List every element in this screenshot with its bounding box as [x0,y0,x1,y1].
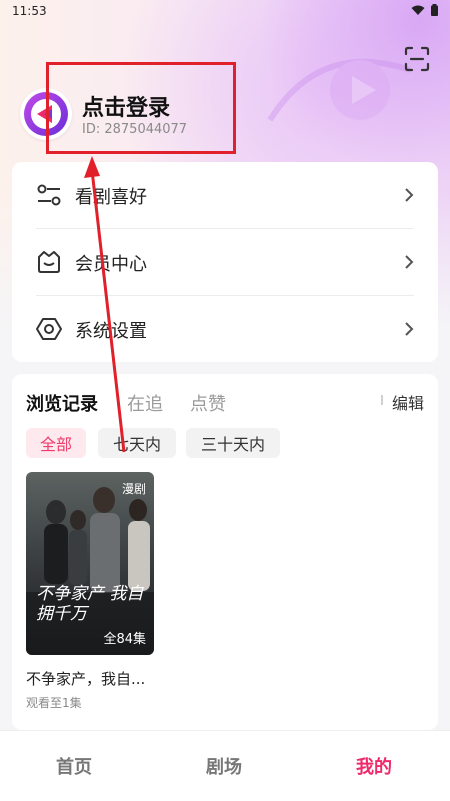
edit-separator [381,395,383,405]
wifi-icon [411,5,425,15]
nav-home[interactable]: 首页 [56,753,92,779]
poster-title-text: 不争家产 我自拥千万 [36,584,144,624]
tab-following[interactable]: 在追 [127,390,163,416]
scan-icon [404,46,430,72]
film-strip-decoration [267,58,411,122]
status-bar: 11:53 [0,0,450,22]
status-time: 11:53 [12,4,47,18]
status-icons [411,4,438,16]
scan-button[interactable] [402,44,432,74]
sliders-icon [37,184,61,206]
menu-card: 看剧喜好 会员中心 系统设置 [12,162,438,362]
menu-item-system-settings[interactable]: 系统设置 [12,296,438,362]
tab-browsing-history[interactable]: 浏览记录 [26,390,98,416]
drama-title[interactable]: 不争家产，我自... [26,668,145,689]
menu-item-label: 看剧喜好 [75,187,147,208]
chevron-right-icon [405,188,414,202]
tab-likes[interactable]: 点赞 [190,390,226,416]
nav-mine[interactable]: 我的 [356,753,392,779]
hexagon-settings-icon [36,318,62,340]
edit-button[interactable]: 编辑 [392,390,424,414]
filter-seven-days[interactable]: 七天内 [98,428,176,458]
battery-icon [431,4,438,16]
filter-thirty-days[interactable]: 三十天内 [186,428,280,458]
chevron-right-icon [405,322,414,336]
watch-progress: 观看至1集 [26,696,82,710]
menu-item-viewing-preferences[interactable]: 看剧喜好 [12,162,438,228]
menu-item-label: 会员中心 [75,254,147,275]
annotation-highlight-box [46,62,236,154]
drama-poster[interactable]: 漫剧 不争家产 我自拥千万 全84集 [26,472,154,655]
bottom-nav: 首页 剧场 我的 [0,730,450,801]
poster-tag: 漫剧 [121,482,146,496]
nav-theater[interactable]: 剧场 [206,753,242,779]
menu-item-member-center[interactable]: 会员中心 [12,229,438,295]
episode-count: 全84集 [103,632,146,647]
filter-all[interactable]: 全部 [26,428,86,458]
history-card: 浏览记录 在追 点赞 编辑 全部 七天内 三十天内 漫剧 不争家产 我自拥千万 … [12,374,438,730]
basket-icon [38,251,60,273]
menu-item-label: 系统设置 [75,321,147,342]
chevron-right-icon [405,255,414,269]
